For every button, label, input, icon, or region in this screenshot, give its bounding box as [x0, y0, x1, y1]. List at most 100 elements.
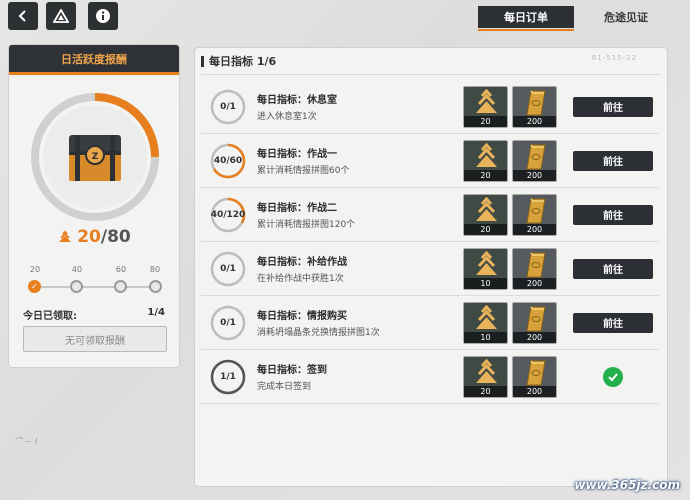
claim-reward-button[interactable]: 无可领取报酬: [23, 326, 167, 352]
header-divider: [201, 74, 661, 75]
milestone-node[interactable]: [70, 280, 83, 293]
task-text: 每日指标：作战二 累计消耗情报拼图120个: [257, 199, 463, 230]
task-row: 40/120 每日指标：作战二 累计消耗情报拼图120个 20 200 前往: [201, 188, 659, 242]
reward-crystal[interactable]: 20: [463, 85, 508, 128]
back-button[interactable]: [8, 2, 38, 30]
task-progress-ring: 40/120: [209, 196, 247, 234]
reward-quantity: 200: [513, 115, 556, 127]
crystal-icon: [476, 304, 497, 329]
reward-crystal[interactable]: 20: [463, 139, 508, 182]
reward-quantity: 200: [513, 277, 556, 289]
gold-bar-icon: [526, 251, 546, 277]
milestone-track: 20 40 60 80 ✓: [25, 265, 163, 301]
gold-bar-icon: [526, 197, 546, 223]
site-watermark: www.365jz.com: [574, 478, 680, 492]
reward-crystal[interactable]: 20: [463, 355, 508, 398]
task-description: 累计消耗情报拼图120个: [257, 220, 356, 230]
reward-quantity: 200: [513, 169, 556, 181]
claimed-status: 今日已领取: 1/4: [23, 307, 165, 322]
chevron-left-icon: [18, 10, 26, 22]
task-text: 每日指标：作战一累计消耗情报拼图60个: [257, 145, 463, 176]
activity-reward-title: 日活跃度报酬: [9, 45, 179, 75]
milestone-node[interactable]: [114, 280, 127, 293]
crystal-icon: [476, 250, 497, 275]
go-button[interactable]: 前往: [573, 204, 653, 225]
task-text: 每日指标：签到 完成本日签到: [257, 361, 463, 392]
gold-bar-icon: [526, 359, 546, 385]
gold-bar-icon: [526, 305, 546, 331]
go-button[interactable]: 前往: [573, 258, 653, 279]
activity-reward-panel: 日活跃度报酬 Z 20 /80 20 40 60 80 ✓ 今日已领取: 1/4…: [8, 44, 180, 368]
task-title: 每日指标：签到: [257, 365, 327, 376]
task-row: 0/1 每日指标：休息室 进入休息室1次 20 200 前往: [201, 80, 659, 134]
reward-quantity: 10: [464, 277, 507, 289]
task-progress-text: 0/1: [220, 263, 236, 274]
reward-gold[interactable]: 200: [512, 355, 557, 398]
task-progress-text: 1/1: [220, 371, 236, 382]
stamp-text: 81-515-22: [591, 54, 637, 62]
reward-quantity: 20: [464, 223, 507, 235]
crystal-icon: [59, 230, 72, 242]
tab-daily-orders[interactable]: 每日订单: [478, 6, 574, 31]
tab-bar: 每日订单 危途见证: [474, 6, 674, 31]
crystal-icon: [476, 196, 497, 221]
task-progress-text: 0/1: [220, 317, 236, 328]
activity-ring: Z: [27, 89, 163, 225]
reward-crystal[interactable]: 10: [463, 247, 508, 290]
task-row: 0/1 每日指标：补给作战 在补给作战中获胜1次 10 200 前往: [201, 242, 659, 296]
task-progress-ring: 0/1: [209, 304, 247, 342]
task-text: 每日指标：情报购买 消耗坍塌晶条兑换情报拼图1次: [257, 307, 463, 338]
task-description: 进入休息室1次: [257, 112, 317, 122]
task-row: 1/1 每日指标：签到 完成本日签到 20 200: [201, 350, 659, 404]
reward-gold[interactable]: 200: [512, 247, 557, 290]
score-current: 20: [77, 227, 101, 247]
task-description: 在补给作战中获胜1次: [257, 274, 344, 284]
decorative-signature: ⌒ ~ ⌇: [14, 437, 38, 446]
milestone-track-line: [31, 286, 157, 288]
task-description: 累计消耗情报拼图60个: [257, 166, 350, 176]
go-button[interactable]: 前往: [573, 150, 653, 171]
reward-crystal[interactable]: 10: [463, 301, 508, 344]
gold-bar-icon: [526, 143, 546, 169]
task-progress-text: 40/120: [210, 209, 246, 220]
milestone-node-claimed[interactable]: ✓: [28, 280, 41, 293]
logistics-button[interactable]: [46, 2, 76, 30]
reward-quantity: 20: [464, 385, 507, 397]
task-title: 每日指标：休息室: [257, 95, 337, 106]
tab-hazard-witness[interactable]: 危途见证: [578, 6, 674, 28]
go-button[interactable]: 前往: [573, 312, 653, 333]
task-description: 完成本日签到: [257, 382, 312, 392]
reward-quantity: 20: [464, 115, 507, 127]
task-progress-text: 40/60: [213, 155, 243, 166]
svg-text:Z: Z: [92, 152, 99, 162]
task-progress-ring: 0/1: [209, 250, 247, 288]
task-row: 0/1 每日指标：情报购买 消耗坍塌晶条兑换情报拼图1次 10 200 前往: [201, 296, 659, 350]
reward-quantity: 200: [513, 331, 556, 343]
claimed-value: 1/4: [147, 307, 165, 318]
task-progress-ring: 0/1: [209, 88, 247, 126]
reward-crystal[interactable]: 20: [463, 193, 508, 236]
task-text: 每日指标：补给作战 在补给作战中获胜1次: [257, 253, 463, 284]
task-row: 40/60 每日指标：作战一 累计消耗情报拼图60个 20 200 前往: [201, 134, 659, 188]
reward-gold[interactable]: 200: [512, 85, 557, 128]
info-button[interactable]: [88, 2, 118, 30]
milestone-label: 60: [115, 265, 127, 274]
reward-quantity: 20: [464, 169, 507, 181]
go-button[interactable]: 前往: [573, 96, 653, 117]
task-progress-text: 0/1: [220, 101, 236, 112]
reward-gold[interactable]: 200: [512, 139, 557, 182]
crystal-icon: [476, 358, 497, 383]
task-description: 消耗坍塌晶条兑换情报拼图1次: [257, 328, 380, 338]
crystal-icon: [476, 88, 497, 113]
task-title: 每日指标：作战一: [257, 149, 337, 160]
reward-gold[interactable]: 200: [512, 193, 557, 236]
supply-chest-icon: Z: [69, 135, 121, 181]
task-title: 每日指标：补给作战: [257, 257, 347, 268]
milestone-label: 40: [71, 265, 83, 274]
score-total: /80: [100, 227, 131, 247]
milestone-node[interactable]: [149, 280, 162, 293]
activity-score: 20 /80: [9, 227, 179, 247]
triangle-logo-icon: [53, 9, 69, 23]
info-icon: [96, 9, 110, 23]
reward-gold[interactable]: 200: [512, 301, 557, 344]
